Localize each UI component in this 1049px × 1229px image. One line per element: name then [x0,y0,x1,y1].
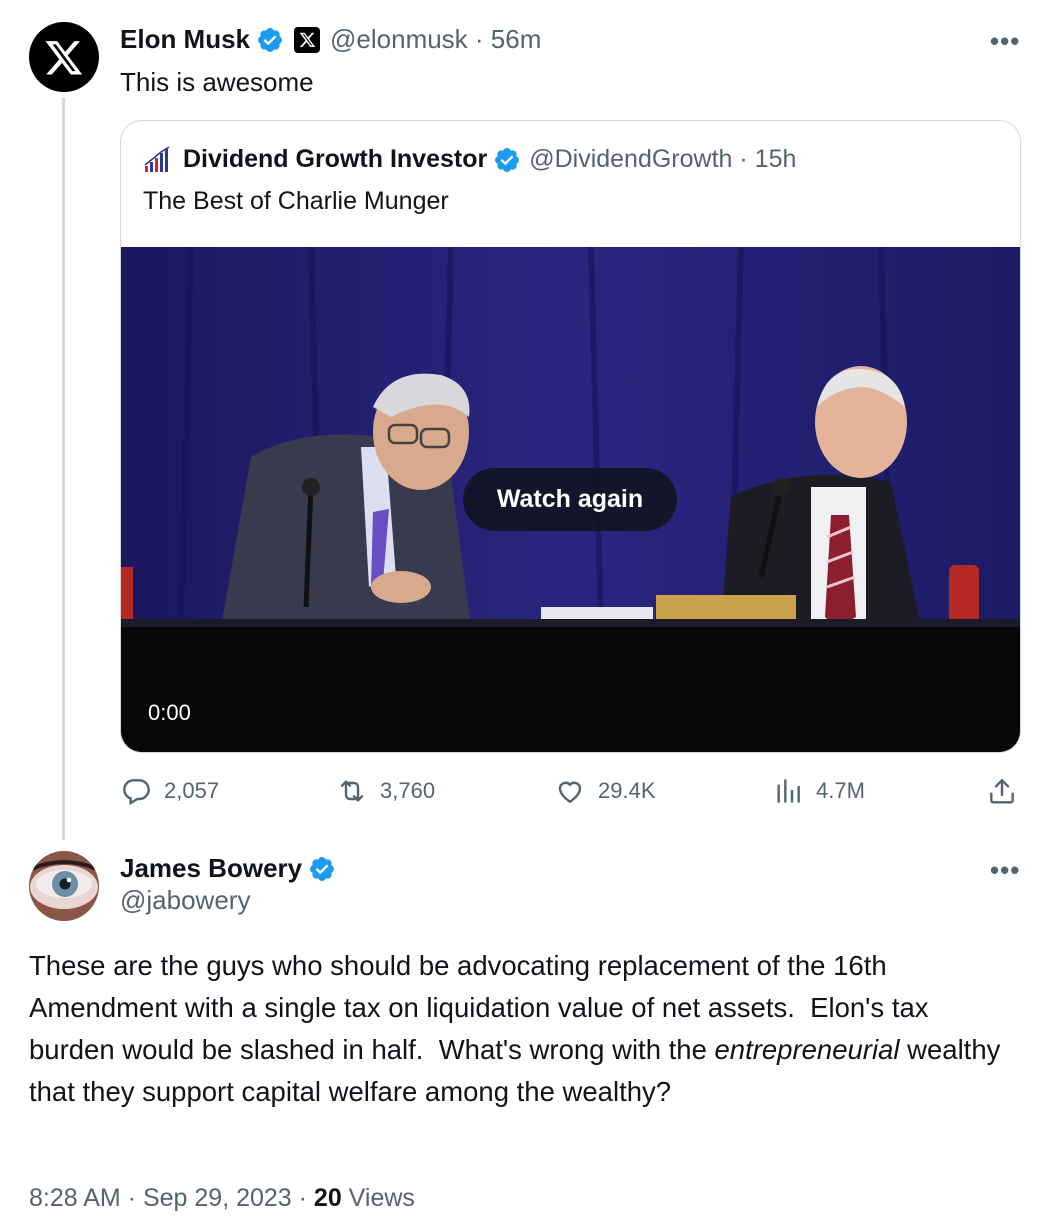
watch-again-button[interactable]: Watch again [463,468,677,531]
main-tweet-header: Elon Musk @elonmusk · 56m [120,24,541,55]
meta-separator: · [120,1184,143,1212]
tweet-time-stamp[interactable]: 8:28 AM [29,1184,121,1212]
repost-count: 3,760 [380,778,436,803]
tweet-date[interactable]: Sep 29, 2023 [143,1184,292,1212]
repost-icon [340,780,364,802]
quoted-tweet-text: The Best of Charlie Munger [143,187,449,215]
like-button[interactable]: 29.4K [554,775,656,807]
heart-icon [558,781,582,804]
quoted-header-separator: · [732,145,755,173]
reply-more-options-icon[interactable]: ••• [990,855,1020,886]
avatar-elon-musk[interactable] [29,22,99,92]
x-logo-icon [45,41,83,75]
eye-avatar-image [29,851,99,921]
reply-author-handle[interactable]: @jabowery [120,885,250,916]
more-options-icon[interactable]: ••• [990,26,1020,57]
quoted-tweet-card[interactable]: Dividend Growth Investor @DividendGrowth… [120,120,1021,753]
author-handle[interactable]: @elonmusk [330,24,468,55]
verified-badge-icon [258,27,282,52]
reply-count: 2,057 [164,778,220,803]
header-separator: · [467,24,491,54]
tweet-meta: 8:28 AM · Sep 29, 2023 · 20 Views [29,1184,415,1213]
quoted-tweet-time[interactable]: 15h [755,145,797,174]
analytics-icon [777,779,800,803]
reply-icon [123,779,150,806]
reply-tweet-text: These are the guys who should be advocat… [29,945,1019,1113]
tweet-text: This is awesome [120,67,314,97]
views-count: 4.7M [816,778,865,803]
repost-button[interactable]: 3,760 [336,775,435,807]
quoted-tweet-header: Dividend Growth Investor @DividendGrowth… [143,145,796,174]
author-name[interactable]: Elon Musk [120,24,250,55]
verified-badge-icon [310,856,335,881]
x-affiliate-badge-icon [294,26,321,53]
tweet-time[interactable]: 56m [491,24,542,55]
like-count: 29.4K [598,778,656,803]
meta-separator: · [291,1184,314,1212]
views-number: 20 [313,1184,342,1212]
avatar-james-bowery[interactable] [29,851,99,921]
share-icon [990,779,1014,804]
share-button[interactable] [986,775,1018,807]
views-button[interactable]: 4.7M [772,775,865,807]
tweet-action-bar: 2,057 3,760 29.4K 4.7M [120,775,1021,811]
video-timestamp: 0:00 [148,700,191,725]
quoted-author-handle[interactable]: @DividendGrowth [529,145,732,174]
video-player[interactable]: Watch again 0:00 [121,247,1020,752]
reply-author-name[interactable]: James Bowery [120,853,302,884]
reply-button[interactable]: 2,057 [120,775,219,807]
quoted-author-name[interactable]: Dividend Growth Investor [183,145,487,174]
reply-text-emphasis: entrepreneurial [714,1034,900,1065]
thread-connector-line [62,98,65,840]
views-label: Views [341,1184,415,1212]
verified-badge-icon [495,147,520,172]
dividend-growth-logo-icon [144,145,170,172]
reply-tweet-header: James Bowery [120,853,336,884]
